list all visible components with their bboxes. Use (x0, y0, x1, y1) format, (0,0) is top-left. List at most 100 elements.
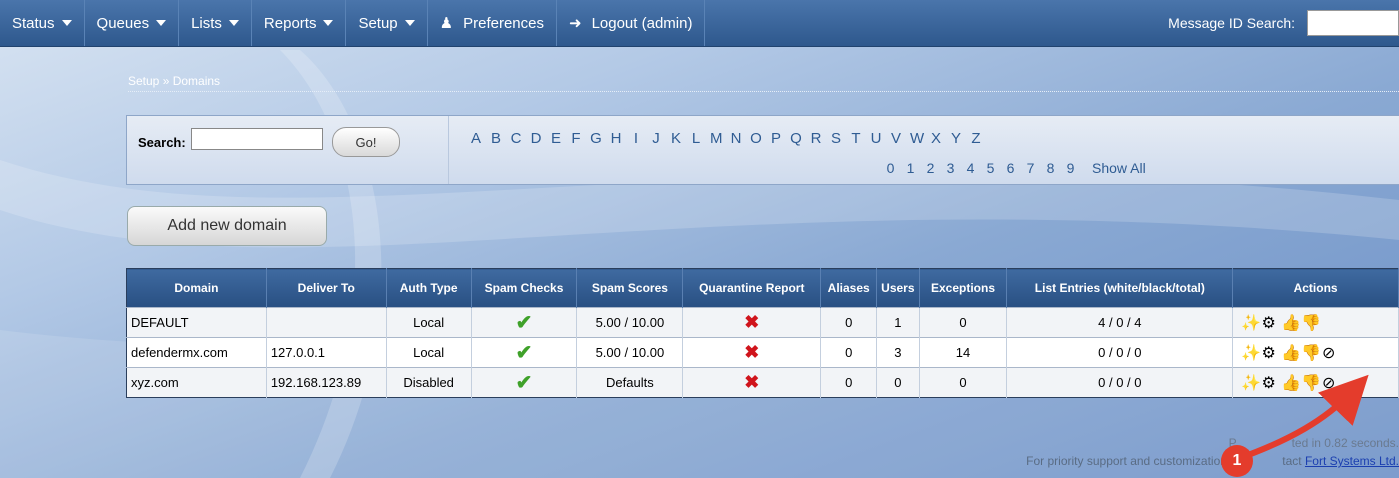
column-header[interactable]: Exceptions (919, 268, 1008, 308)
cell-users: 0 (876, 367, 920, 398)
column-header[interactable]: Spam Scores (576, 268, 684, 308)
nav-menu-status[interactable]: Status (0, 0, 85, 46)
show-all-link[interactable]: Show All (1092, 160, 1146, 176)
gear-icon[interactable]: ⚙ (1261, 313, 1281, 333)
letter-filter-y[interactable]: Y (950, 130, 962, 147)
search-label: Search: (138, 135, 186, 150)
logout-link[interactable]: ➜ Logout (admin) (557, 0, 706, 46)
cell-quarantine-report: ✖ (682, 307, 822, 338)
cross-icon: ✖ (744, 312, 760, 332)
letter-filter-t[interactable]: T (850, 130, 862, 147)
fort-systems-link[interactable]: Fort Systems Ltd. (1305, 454, 1399, 468)
letter-filter-s[interactable]: S (830, 130, 842, 147)
letter-filter-a[interactable]: A (470, 130, 482, 147)
cell-exceptions: 0 (919, 307, 1008, 338)
letter-filter-j[interactable]: J (650, 130, 662, 147)
digit-filter-4[interactable]: 4 (964, 160, 977, 176)
nav-menu-label: Reports (263, 14, 317, 32)
cell-quarantine-report: ✖ (682, 367, 822, 398)
check-icon: ✔ (515, 312, 533, 334)
thumbs-up-icon[interactable]: 👍 (1281, 313, 1301, 333)
digit-filter: 0 1 2 3 4 5 6 7 8 9 Show All (884, 160, 1153, 176)
column-header[interactable]: Actions (1232, 268, 1399, 308)
cell-actions: ✨⚙👍👎 (1232, 307, 1399, 338)
letter-filter-p[interactable]: P (770, 130, 782, 147)
go-button[interactable]: Go! (332, 127, 400, 157)
gear-icon[interactable]: ⚙ (1261, 373, 1281, 393)
nav-menu-lists[interactable]: Lists (179, 0, 252, 46)
thumbs-up-icon[interactable]: 👍 (1281, 373, 1301, 393)
add-domain-button[interactable]: Add new domain (127, 206, 327, 246)
letter-filter-e[interactable]: E (550, 130, 562, 147)
message-id-search-input[interactable] (1307, 10, 1399, 36)
cell-auth-type: Local (386, 307, 472, 338)
letter-filter-b[interactable]: B (490, 130, 502, 147)
thumbs-down-icon[interactable]: 👎 (1301, 313, 1321, 333)
digit-filter-7[interactable]: 7 (1024, 160, 1037, 176)
digit-filter-8[interactable]: 8 (1044, 160, 1057, 176)
letter-filter-q[interactable]: Q (790, 130, 802, 147)
check-icon: ✔ (515, 372, 533, 394)
wand-icon[interactable]: ✨ (1241, 373, 1261, 393)
letter-filter-i[interactable]: I (630, 130, 642, 147)
nav-menu-queues[interactable]: Queues (85, 0, 180, 46)
letter-filter-g[interactable]: G (590, 130, 602, 147)
letter-filter-u[interactable]: U (870, 130, 882, 147)
thumbs-down-icon[interactable]: 👎 (1301, 373, 1321, 393)
wand-icon[interactable]: ✨ (1241, 343, 1261, 363)
delete-icon[interactable]: ⊘ (1321, 343, 1341, 363)
gear-icon[interactable]: ⚙ (1261, 343, 1281, 363)
letter-filter-o[interactable]: O (750, 130, 762, 147)
letter-filter-w[interactable]: W (910, 130, 924, 147)
digit-filter-6[interactable]: 6 (1004, 160, 1017, 176)
cell-spam-scores: Defaults (576, 367, 684, 398)
nav-menu-label: Queues (96, 14, 150, 32)
column-header[interactable]: List Entries (white/black/total) (1006, 268, 1234, 308)
letter-filter-v[interactable]: V (890, 130, 902, 147)
letter-filter-l[interactable]: L (690, 130, 702, 147)
cell-users: 1 (876, 307, 920, 338)
column-header[interactable]: Domain (126, 268, 267, 308)
digit-filter-1[interactable]: 1 (904, 160, 917, 176)
letter-filter-d[interactable]: D (530, 130, 542, 147)
column-header[interactable]: Spam Checks (471, 268, 578, 308)
letter-filter-h[interactable]: H (610, 130, 622, 147)
nav-menu-label: Setup (358, 14, 398, 32)
digit-filter-0[interactable]: 0 (884, 160, 897, 176)
letter-filter-z[interactable]: Z (970, 130, 982, 147)
nav-menu-reports[interactable]: Reports (252, 0, 347, 46)
delete-icon[interactable]: ⊘ (1321, 373, 1341, 393)
chevron-down-icon (156, 20, 167, 26)
thumbs-down-icon[interactable]: 👎 (1301, 343, 1321, 363)
letter-filter-r[interactable]: R (810, 130, 822, 147)
preferences-link[interactable]: ♟ Preferences (428, 0, 557, 46)
letter-filter-n[interactable]: N (730, 130, 742, 147)
cell-domain[interactable]: xyz.com (126, 367, 267, 398)
thumbs-up-icon[interactable]: 👍 (1281, 343, 1301, 363)
digit-filter-2[interactable]: 2 (924, 160, 937, 176)
search-panel: Search: Go! ABCDEFGHIJKLMNOPQRSTUVWXYZ 0… (126, 115, 1399, 185)
letter-filter-x[interactable]: X (930, 130, 942, 147)
column-header[interactable]: Auth Type (386, 268, 472, 308)
cell-domain[interactable]: defendermx.com (126, 337, 267, 368)
letter-filter-k[interactable]: K (670, 130, 682, 147)
search-form: Search: Go! (127, 116, 449, 184)
cell-domain[interactable]: DEFAULT (126, 307, 267, 338)
letter-filter-m[interactable]: M (710, 130, 723, 147)
cell-auth-type: Local (386, 337, 472, 368)
column-header[interactable]: Deliver To (266, 268, 387, 308)
search-input[interactable] (191, 128, 323, 150)
digit-filter-9[interactable]: 9 (1064, 160, 1077, 176)
letter-filter-c[interactable]: C (510, 130, 522, 147)
letter-filter-f[interactable]: F (570, 130, 582, 147)
column-header[interactable]: Aliases (820, 268, 878, 308)
wand-icon[interactable]: ✨ (1241, 313, 1261, 333)
nav-menu-setup[interactable]: Setup (346, 0, 428, 46)
column-header[interactable]: Quarantine Report (682, 268, 822, 308)
cell-exceptions: 14 (919, 337, 1008, 368)
digit-filter-5[interactable]: 5 (984, 160, 997, 176)
cell-actions: ✨⚙👍👎⊘ (1232, 337, 1399, 368)
cell-auth-type: Disabled (386, 367, 472, 398)
column-header[interactable]: Users (876, 268, 920, 308)
digit-filter-3[interactable]: 3 (944, 160, 957, 176)
